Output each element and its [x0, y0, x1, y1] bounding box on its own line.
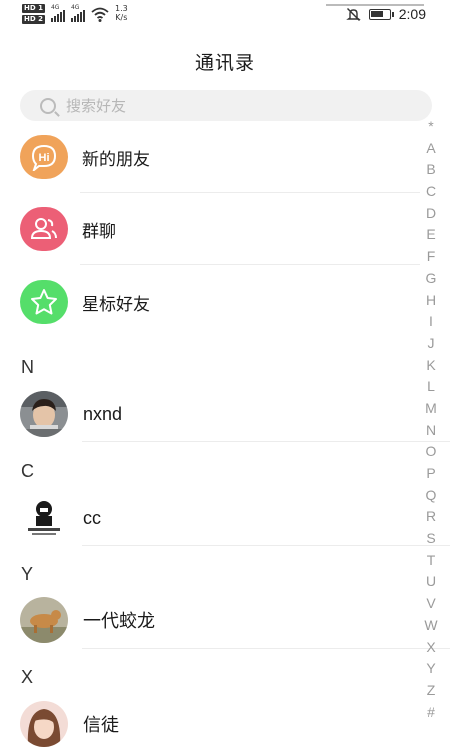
index-letter[interactable]: D [420, 203, 442, 225]
index-letter[interactable]: P [420, 463, 442, 485]
index-letter[interactable]: * [420, 116, 442, 138]
search-input[interactable]: 搜索好友 [20, 90, 432, 121]
page-title: 通讯录 [194, 51, 255, 74]
index-letter[interactable]: Y [420, 658, 442, 680]
index-letter[interactable]: A [420, 138, 442, 160]
speed-unit: K/s [115, 13, 128, 22]
row-divider [82, 545, 450, 546]
index-letter[interactable]: G [420, 268, 442, 290]
index-letter[interactable]: # [420, 702, 442, 724]
new-friends-row[interactable]: Hi 新的朋友 [0, 121, 420, 193]
clock: 2:09 [398, 6, 426, 22]
section-header-y: Y [21, 564, 34, 584]
sim-indicators: HD 1 HD 2 [22, 4, 45, 24]
group-chat-icon [20, 207, 68, 251]
network-type-1: 4G [50, 4, 60, 11]
new-friends-label: 新的朋友 [82, 149, 150, 170]
star-icon [20, 280, 68, 324]
row-divider [82, 648, 450, 649]
row-divider [80, 264, 420, 265]
group-chat-row[interactable]: 群聊 [0, 193, 420, 265]
new-friends-icon: Hi [20, 135, 68, 179]
battery-level [370, 10, 383, 17]
index-letter[interactable]: Q [420, 485, 442, 507]
avatar [20, 391, 68, 437]
index-letter[interactable]: O [420, 441, 442, 463]
contact-name: nxnd [83, 403, 123, 424]
status-left: HD 1 HD 2 4G 4G 1.3 K/s [22, 4, 128, 24]
group-chat-label: 群聊 [82, 221, 116, 242]
contact-row-nxnd[interactable]: nxnd [0, 386, 420, 442]
bell-muted-icon [345, 7, 361, 21]
alphabet-index[interactable]: * A B C D E F G H I J K L M N O P Q R S T U V W X Y Z # [420, 116, 442, 723]
index-letter[interactable]: E [420, 224, 442, 246]
index-letter[interactable]: U [420, 571, 442, 593]
status-right: 2:09 [345, 6, 426, 22]
sim2-label: HD 2 [22, 15, 45, 24]
status-bar: HD 1 HD 2 4G 4G 1.3 K/s 2:09 [0, 0, 450, 32]
battery-icon [368, 8, 394, 20]
index-letter[interactable]: I [420, 311, 442, 333]
svg-text:Hi: Hi [39, 152, 50, 164]
index-letter[interactable]: T [420, 550, 442, 572]
index-letter[interactable]: X [420, 637, 442, 659]
index-letter[interactable]: J [420, 333, 442, 355]
search-icon [40, 97, 56, 114]
contact-row-xintu[interactable]: 信徒 [0, 696, 420, 750]
avatar [20, 701, 68, 747]
index-letter[interactable]: M [420, 398, 442, 420]
index-letter[interactable]: C [420, 181, 442, 203]
index-letter[interactable]: L [420, 376, 442, 398]
contact-name: 信徒 [83, 715, 119, 735]
index-letter[interactable]: F [420, 246, 442, 268]
index-letter[interactable]: Z [420, 680, 442, 702]
index-letter[interactable]: B [420, 159, 442, 181]
contact-name: 一代蛟龙 [83, 611, 155, 631]
avatar [20, 495, 68, 541]
index-letter[interactable]: S [420, 528, 442, 550]
avatar [20, 597, 68, 643]
index-letter[interactable]: N [420, 420, 442, 442]
starred-friends-row[interactable]: 星标好友 [0, 266, 420, 338]
section-header-x: X [21, 667, 34, 687]
contact-row-yidai[interactable]: 一代蛟龙 [0, 592, 420, 648]
signal-icon: 4G [70, 4, 85, 22]
sim1-label: HD 1 [22, 4, 45, 13]
app-header: 通讯录 [0, 32, 450, 90]
network-type-2: 4G [70, 4, 80, 11]
contact-name: cc [83, 507, 101, 528]
index-letter[interactable]: K [420, 355, 442, 377]
starred-friends-label: 星标好友 [82, 294, 150, 315]
network-speed: 1.3 K/s [115, 4, 128, 22]
search-placeholder: 搜索好友 [66, 97, 127, 115]
index-letter[interactable]: R [420, 506, 442, 528]
speed-value: 1.3 [114, 4, 128, 13]
index-letter[interactable]: W [420, 615, 442, 637]
row-divider [82, 441, 450, 442]
index-letter[interactable]: V [420, 593, 442, 615]
signal-icon: 4G [50, 4, 65, 22]
section-header-c: C [21, 461, 34, 481]
wifi-icon [91, 7, 109, 22]
index-letter[interactable]: H [420, 290, 442, 312]
contact-row-cc[interactable]: cc [0, 490, 420, 546]
section-header-n: N [21, 357, 34, 377]
